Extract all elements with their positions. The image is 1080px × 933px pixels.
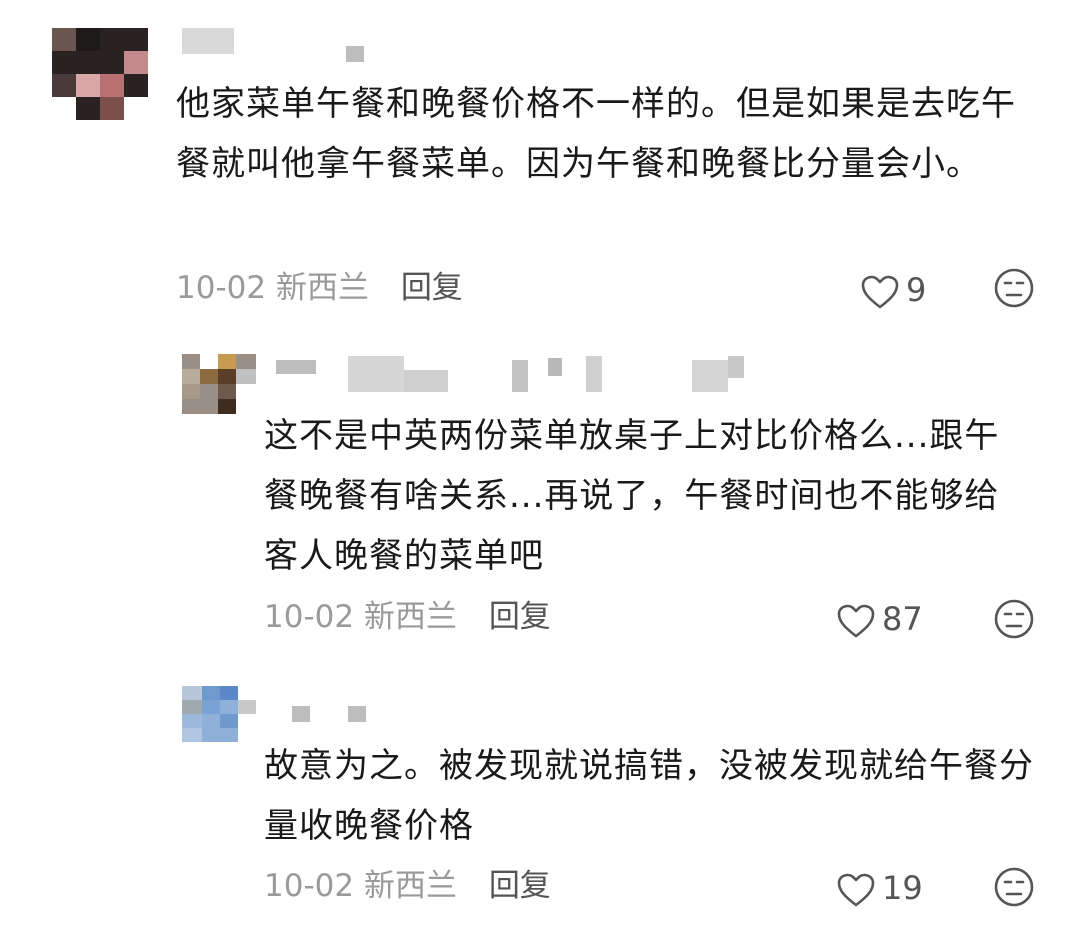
- reply-button[interactable]: 回复: [401, 270, 463, 306]
- comment-text: 这不是中英两份菜单放桌子上对比价格么...跟午餐晚餐有啥关系...再说了，午餐时…: [264, 416, 1000, 576]
- comment-location: 新西兰: [363, 868, 457, 904]
- avatar[interactable]: [52, 28, 148, 120]
- dislike-face-icon[interactable]: [992, 597, 1036, 641]
- like-count: 9: [906, 271, 927, 309]
- heart-outline-icon: [837, 873, 875, 907]
- like-button[interactable]: 19: [836, 864, 923, 912]
- like-button[interactable]: 9: [860, 266, 926, 314]
- dislike-face-icon[interactable]: [992, 865, 1036, 909]
- comment-meta: 10-02 新西兰 回复: [176, 266, 463, 310]
- dislike-face-icon[interactable]: [992, 266, 1036, 310]
- heart-outline-icon: [861, 275, 899, 309]
- like-count: 87: [882, 600, 923, 638]
- avatar[interactable]: [182, 354, 256, 414]
- comment-date: 10-02: [264, 599, 355, 635]
- avatar[interactable]: [182, 686, 256, 742]
- comment-meta: 10-02 新西兰 回复: [264, 864, 551, 908]
- heart-outline-icon: [837, 604, 875, 638]
- reply-button[interactable]: 回复: [489, 599, 551, 635]
- comment-meta: 10-02 新西兰 回复: [264, 595, 551, 639]
- comment-location: 新西兰: [363, 599, 457, 635]
- username-blurred[interactable]: [272, 356, 772, 396]
- comment-text: 他家菜单午餐和晚餐价格不一样的。但是如果是去吃午餐就叫他拿午餐菜单。因为午餐和晚…: [176, 84, 1016, 184]
- like-button[interactable]: 87: [836, 595, 923, 643]
- username-blurred[interactable]: [182, 28, 382, 68]
- comment-location: 新西兰: [275, 270, 369, 306]
- like-count: 19: [882, 869, 923, 907]
- reply-button[interactable]: 回复: [489, 868, 551, 904]
- comment-text: 故意为之。被发现就说搞错，没被发现就给午餐分量收晚餐价格: [264, 746, 1034, 846]
- comment-date: 10-02: [264, 868, 355, 904]
- comment-date: 10-02: [176, 270, 267, 306]
